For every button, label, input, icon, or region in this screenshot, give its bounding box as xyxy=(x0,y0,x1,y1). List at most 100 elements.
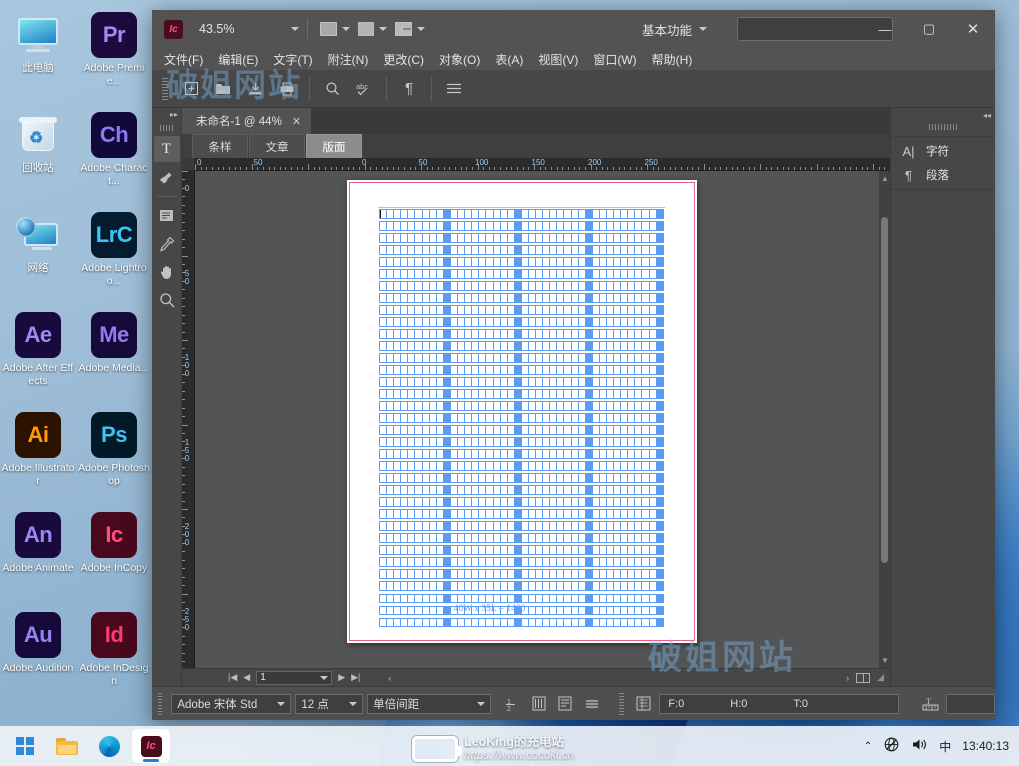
scroll-down-icon[interactable]: ▼ xyxy=(881,656,889,665)
leading-select[interactable]: 单倍间距 xyxy=(367,694,491,714)
search-icon[interactable] xyxy=(317,74,347,104)
arrange-documents-button[interactable] xyxy=(391,20,429,38)
resize-grip-icon[interactable]: ◢ xyxy=(877,672,884,683)
ime-indicator[interactable]: 中 xyxy=(939,738,951,755)
view-options-button[interactable] xyxy=(354,20,391,38)
canvas-scroll-area[interactable]: 40W x 35L = 1400 ▲ ▼ xyxy=(195,171,890,668)
grid-cell xyxy=(451,595,458,603)
desktop-icon-adobe-character-animator[interactable]: ChAdobe Charact... xyxy=(76,108,152,208)
vertical-text-button[interactable] xyxy=(527,692,550,716)
paragraph-panel[interactable]: ¶段落 xyxy=(891,163,995,187)
zoom-level-combo[interactable]: 43.5% xyxy=(199,22,299,36)
ruler-corner[interactable] xyxy=(182,158,195,171)
desktop-icon-recycle-bin[interactable]: ♻回收站 xyxy=(0,108,76,208)
count-bar-grip[interactable] xyxy=(619,693,623,715)
next-page-button[interactable]: ▶ xyxy=(338,672,345,683)
pilcrow-icon[interactable]: ¶ xyxy=(394,74,424,104)
menu-item[interactable]: 对象(O) xyxy=(439,51,480,68)
align-button[interactable] xyxy=(581,692,604,716)
menu-item[interactable]: 帮助(H) xyxy=(652,51,693,68)
font-family-select[interactable]: Adobe 宋体 Std xyxy=(171,694,291,714)
desktop-icon-adobe-audition[interactable]: AuAdobe Audition xyxy=(0,608,76,708)
workspace-switcher[interactable]: 基本功能 xyxy=(642,20,707,39)
panel-collapse-button[interactable]: ◂◂ xyxy=(891,108,995,122)
vertical-ruler[interactable]: 050100150200250 xyxy=(182,171,195,668)
character-panel[interactable]: A|字符 xyxy=(891,139,995,163)
menu-item[interactable]: 表(A) xyxy=(495,51,523,68)
no-internet-icon[interactable] xyxy=(883,736,900,756)
close-button[interactable]: ✕ xyxy=(951,10,995,48)
last-page-button[interactable]: ▶| xyxy=(351,672,360,683)
paragraph-direction-button[interactable] xyxy=(554,692,577,716)
scrollbar-thumb[interactable] xyxy=(881,217,888,563)
canvas-vertical-scrollbar[interactable]: ▲ ▼ xyxy=(879,171,890,668)
taskbar-start-button[interactable] xyxy=(6,729,44,763)
format-bar-grip[interactable] xyxy=(158,693,162,715)
taskbar-adobe-incopy-taskbar[interactable]: Ic xyxy=(132,729,170,763)
document-tab[interactable]: 未命名-1 @ 44% ✕ xyxy=(182,108,311,134)
type-tool[interactable]: T xyxy=(154,136,180,162)
menu-item[interactable]: 文件(F) xyxy=(164,51,203,68)
next-spread-button[interactable]: › xyxy=(846,673,849,683)
view-tab-条样[interactable]: 条样 xyxy=(192,134,248,158)
document-page[interactable]: 40W x 35L = 1400 xyxy=(347,180,697,643)
menu-item[interactable]: 附注(N) xyxy=(328,51,369,68)
desktop-icon-adobe-animate[interactable]: AnAdobe Animate xyxy=(0,508,76,608)
previous-page-button[interactable]: ◀ xyxy=(243,672,250,683)
taskbar-microsoft-edge[interactable] xyxy=(90,729,128,763)
grid-cell xyxy=(486,282,493,290)
desktop-icon-adobe-incopy[interactable]: IcAdobe InCopy xyxy=(76,508,152,608)
control-strip-grip[interactable] xyxy=(162,78,168,100)
menu-item[interactable]: 视图(V) xyxy=(538,51,578,68)
desktop-icon-adobe-lightroom-classic[interactable]: LrCAdobe Lightroo... xyxy=(76,208,152,308)
zoom-tool[interactable] xyxy=(154,287,180,313)
clock[interactable]: 13:40:13 xyxy=(962,739,1009,753)
desktop-icon-adobe-media-encoder[interactable]: MeAdobe Media... xyxy=(76,308,152,408)
menu-item[interactable]: 文字(T) xyxy=(273,51,312,68)
minimize-button[interactable]: — xyxy=(863,10,907,48)
new-icon[interactable] xyxy=(176,74,206,104)
desktop-icon-this-pc[interactable]: 此电脑 xyxy=(0,8,76,108)
spellcheck-icon[interactable]: abc xyxy=(349,74,379,104)
taskbar-file-explorer[interactable] xyxy=(48,729,86,763)
word-count-icon[interactable] xyxy=(633,692,656,716)
tools-collapse-icon[interactable]: ▸▸ xyxy=(170,108,181,122)
menu-item[interactable]: 更改(C) xyxy=(383,51,424,68)
first-page-button[interactable]: |◀ xyxy=(228,672,237,683)
view-tab-文章[interactable]: 文章 xyxy=(249,134,305,158)
page-number-combo[interactable]: 1 xyxy=(256,671,332,685)
story-tool[interactable] xyxy=(154,203,180,229)
close-icon[interactable]: ✕ xyxy=(292,115,301,128)
horizontal-ruler[interactable]: 050050100150200250 xyxy=(195,158,890,171)
depth-value-field[interactable] xyxy=(946,694,995,714)
open-icon[interactable] xyxy=(208,74,238,104)
hand-tool[interactable] xyxy=(154,259,180,285)
tools-grip[interactable] xyxy=(160,125,174,131)
spread-view-icon[interactable] xyxy=(856,673,870,683)
font-size-select[interactable]: 12 点 xyxy=(295,694,363,714)
volume-icon[interactable] xyxy=(911,736,928,756)
fraction-button[interactable]: 12 xyxy=(501,692,524,716)
show-hidden-icons-icon[interactable]: ⌃ xyxy=(864,741,872,752)
menu-item[interactable]: 窗口(W) xyxy=(593,51,636,68)
previous-spread-button[interactable]: ‹ xyxy=(388,673,391,683)
view-tab-版面[interactable]: 版面 xyxy=(306,134,362,158)
panel-grip[interactable] xyxy=(929,124,957,130)
screen-mode-button[interactable] xyxy=(316,20,354,38)
desktop-icon-network[interactable]: 网络 xyxy=(0,208,76,308)
scroll-up-icon[interactable]: ▲ xyxy=(881,174,889,183)
menu-icon[interactable] xyxy=(439,74,469,104)
menu-item[interactable]: 编辑(E) xyxy=(218,51,258,68)
desktop-icon-adobe-indesign[interactable]: IdAdobe InDesign xyxy=(76,608,152,708)
note-tool[interactable] xyxy=(154,164,180,190)
desktop-icon-adobe-after-effects[interactable]: AeAdobe After Effects xyxy=(0,308,76,408)
frame-grid[interactable] xyxy=(379,209,664,630)
desktop-icon-adobe-premiere-pro[interactable]: PrAdobe Premie... xyxy=(76,8,152,108)
eyedropper-tool[interactable] xyxy=(154,231,180,257)
desktop-icon-adobe-illustrator[interactable]: AiAdobe Illustrator xyxy=(0,408,76,508)
desktop-icon-adobe-photoshop[interactable]: PsAdobe Photoshop xyxy=(76,408,152,508)
save-icon[interactable] xyxy=(240,74,270,104)
maximize-button[interactable]: ▢ xyxy=(907,10,951,48)
depth-ruler-icon[interactable]: T xyxy=(919,692,942,716)
print-icon[interactable] xyxy=(272,74,302,104)
